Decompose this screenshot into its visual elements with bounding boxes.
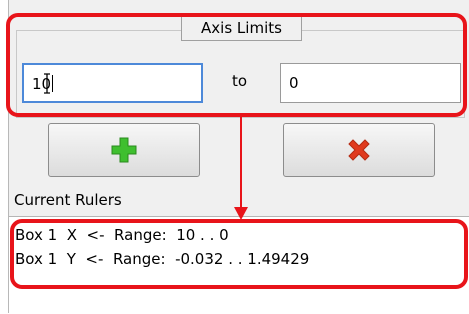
current-rulers-list[interactable]: Box 1 X <- Range: 10 . . 0 Box 1 Y <- Ra… — [9, 216, 469, 314]
x-icon — [348, 139, 370, 161]
add-ruler-button[interactable] — [48, 123, 200, 177]
to-label: to — [232, 72, 248, 90]
current-rulers-label: Current Rulers — [14, 191, 122, 209]
ruler-list-item[interactable]: Box 1 Y <- Range: -0.032 . . 1.49429 — [15, 250, 309, 268]
axis-limits-title: Axis Limits — [181, 14, 302, 41]
remove-ruler-button[interactable] — [283, 123, 435, 177]
ruler-list-item[interactable]: Box 1 X <- Range: 10 . . 0 — [15, 226, 229, 244]
text-cursor-icon — [44, 73, 50, 94]
axis-limit-to-input[interactable]: 0 — [280, 63, 461, 103]
plus-icon — [111, 137, 137, 163]
text-caret — [52, 75, 54, 92]
axis-limit-to-value: 0 — [289, 74, 299, 92]
